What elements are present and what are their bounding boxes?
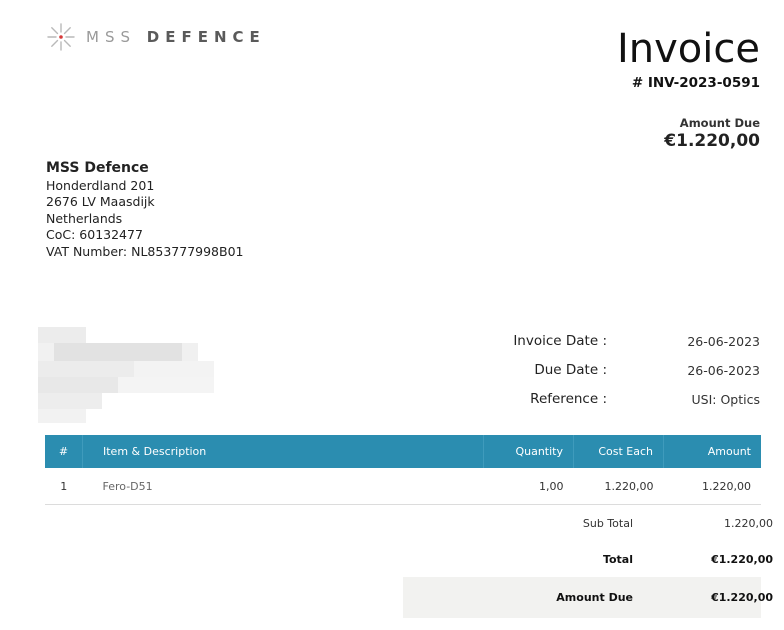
due-date-value: 26-06-2023 <box>687 363 760 378</box>
invoice-date-label: Invoice Date : <box>513 333 607 349</box>
amount-due-label: Amount Due <box>679 116 760 130</box>
vat-number: VAT Number: NL853777998B01 <box>46 243 244 259</box>
table-header-row: # Item & Description Quantity Cost Each … <box>45 435 761 468</box>
col-header-quantity: Quantity <box>483 435 574 468</box>
total-label: Total <box>602 553 633 566</box>
company-name: MSS Defence <box>46 160 149 176</box>
reference-value: USI: Optics <box>691 392 761 407</box>
logo-wordmark: MSS DEFENCE <box>86 28 266 46</box>
amount-due-row-label: Amount Due <box>556 591 633 604</box>
coc-number: CoC: 60132477 <box>46 227 143 243</box>
table-row: 1 Fero-D51 1,00 1.220,00 1.220,00 <box>45 468 761 505</box>
invoice-title: Invoice <box>616 26 760 72</box>
amount-due-value: €1.220,00 <box>664 131 760 151</box>
logo-text-light: MSS <box>86 28 136 46</box>
amount-due-row-value: €1.220,00 <box>711 591 773 604</box>
due-date-label: Due Date : <box>534 362 607 378</box>
reference-label: Reference : <box>530 391 607 407</box>
address-line: 2676 LV Maasdijk <box>46 194 155 210</box>
address-line: Honderdland 201 <box>46 177 155 193</box>
subtotal-label: Sub Total <box>582 517 633 530</box>
starburst-icon <box>47 23 75 51</box>
cell-number: 1 <box>45 468 83 505</box>
cell-cost-each: 1.220,00 <box>573 468 664 505</box>
col-header-description: Item & Description <box>82 435 484 468</box>
subtotal-value: 1.220,00 <box>724 517 773 530</box>
items-table: # Item & Description Quantity Cost Each … <box>45 435 761 505</box>
cell-description: Fero-D51 <box>82 468 484 505</box>
cell-amount: 1.220,00 <box>663 468 761 505</box>
company-logo: MSS DEFENCE <box>46 21 266 53</box>
address-line: Netherlands <box>46 210 123 226</box>
logo-text-bold: DEFENCE <box>146 28 266 46</box>
invoice-date-value: 26-06-2023 <box>687 334 760 349</box>
bill-to-redacted <box>38 327 218 423</box>
total-value: €1.220,00 <box>711 553 773 566</box>
cell-quantity: 1,00 <box>483 468 574 505</box>
company-address: MSS Defence Honderdland 201 2676 LV Maas… <box>46 160 244 261</box>
col-header-cost-each: Cost Each <box>573 435 664 468</box>
invoice-number: # INV-2023-0591 <box>631 75 760 91</box>
col-header-number: # <box>45 435 83 468</box>
col-header-amount: Amount <box>663 435 761 468</box>
